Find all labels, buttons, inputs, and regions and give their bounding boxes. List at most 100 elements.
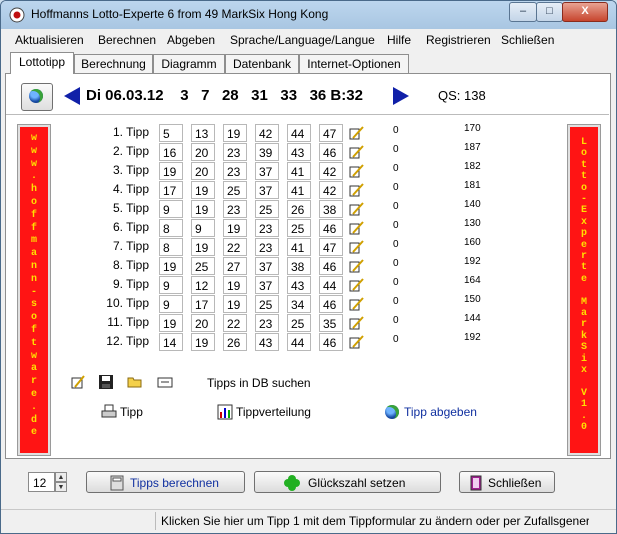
- tip-number-field[interactable]: 23: [223, 162, 247, 180]
- tip-number-field[interactable]: 19: [223, 276, 247, 294]
- tab-diagramm[interactable]: Diagramm: [153, 54, 225, 73]
- tip-number-field[interactable]: 8: [159, 219, 183, 237]
- save-icon[interactable]: [98, 374, 114, 390]
- edit-tip-icon[interactable]: [349, 316, 364, 330]
- tip-number-field[interactable]: 37: [255, 181, 279, 199]
- tab-lottotipp[interactable]: Lottotipp: [10, 52, 74, 74]
- print-tip-link[interactable]: Tipp: [120, 405, 143, 419]
- tip-number-field[interactable]: 35: [319, 314, 343, 332]
- search-tips-db-link[interactable]: Tipps in DB suchen: [207, 376, 311, 390]
- tip-number-field[interactable]: 44: [287, 124, 311, 142]
- calculate-tips-button[interactable]: Tipps berechnen: [86, 471, 245, 493]
- edit-tip-icon[interactable]: [349, 126, 364, 140]
- tab-berechnung[interactable]: Berechnung: [74, 54, 153, 73]
- tip-number-field[interactable]: 17: [191, 295, 215, 313]
- menu-sprache[interactable]: Sprache/Language/Langue: [230, 33, 375, 47]
- tip-number-field[interactable]: 43: [287, 143, 311, 161]
- tip-number-field[interactable]: 25: [287, 314, 311, 332]
- tip-number-field[interactable]: 20: [191, 143, 215, 161]
- edit-tip-icon[interactable]: [349, 240, 364, 254]
- tip-number-field[interactable]: 13: [191, 124, 215, 142]
- tip-number-field[interactable]: 46: [319, 257, 343, 275]
- tip-number-field[interactable]: 25: [223, 181, 247, 199]
- close-window-button[interactable]: X: [562, 2, 608, 22]
- tip-number-field[interactable]: 9: [159, 200, 183, 218]
- tip-number-field[interactable]: 19: [191, 333, 215, 351]
- tip-number-field[interactable]: 42: [319, 162, 343, 180]
- submit-tip-link[interactable]: Tipp abgeben: [404, 405, 477, 419]
- tip-number-field[interactable]: 26: [287, 200, 311, 218]
- globe-button[interactable]: [21, 83, 53, 111]
- tip-number-field[interactable]: 47: [319, 124, 343, 142]
- menu-abgeben[interactable]: Abgeben: [167, 33, 215, 47]
- tip-number-field[interactable]: 22: [223, 314, 247, 332]
- tip-number-field[interactable]: 38: [287, 257, 311, 275]
- tab-internet-optionen[interactable]: Internet-Optionen: [299, 54, 409, 73]
- mail-icon[interactable]: [157, 374, 173, 390]
- tip-number-field[interactable]: 8: [159, 238, 183, 256]
- tip-number-field[interactable]: 20: [191, 314, 215, 332]
- tip-number-field[interactable]: 37: [255, 162, 279, 180]
- edit-tip-icon[interactable]: [349, 297, 364, 311]
- menu-hilfe[interactable]: Hilfe: [387, 33, 411, 47]
- tip-number-field[interactable]: 43: [287, 276, 311, 294]
- tip-number-field[interactable]: 19: [159, 257, 183, 275]
- tip-distribution-link[interactable]: Tippverteilung: [236, 405, 311, 419]
- tip-number-field[interactable]: 17: [159, 181, 183, 199]
- previous-draw-arrow-icon[interactable]: [64, 87, 80, 105]
- tip-number-field[interactable]: 25: [287, 219, 311, 237]
- tip-number-field[interactable]: 44: [319, 276, 343, 294]
- tip-number-field[interactable]: 23: [255, 219, 279, 237]
- edit-tip-icon[interactable]: [70, 374, 86, 390]
- tip-number-field[interactable]: 14: [159, 333, 183, 351]
- tip-number-field[interactable]: 41: [287, 181, 311, 199]
- tip-number-field[interactable]: 19: [223, 219, 247, 237]
- menu-berechnen[interactable]: Berechnen: [98, 33, 156, 47]
- tip-number-field[interactable]: 39: [255, 143, 279, 161]
- tip-number-field[interactable]: 19: [191, 181, 215, 199]
- tip-number-field[interactable]: 34: [287, 295, 311, 313]
- open-folder-icon[interactable]: [127, 374, 143, 390]
- tip-number-field[interactable]: 26: [223, 333, 247, 351]
- tip-number-field[interactable]: 19: [191, 238, 215, 256]
- menu-schliessen[interactable]: Schließen: [501, 33, 554, 47]
- tip-number-field[interactable]: 37: [255, 276, 279, 294]
- tip-number-field[interactable]: 9: [191, 219, 215, 237]
- tip-number-field[interactable]: 46: [319, 333, 343, 351]
- tip-number-field[interactable]: 19: [223, 124, 247, 142]
- next-draw-arrow-icon[interactable]: [393, 87, 409, 105]
- tip-number-field[interactable]: 9: [159, 295, 183, 313]
- tip-number-field[interactable]: 25: [191, 257, 215, 275]
- tip-number-field[interactable]: 41: [287, 162, 311, 180]
- menu-aktualisieren[interactable]: Aktualisieren: [15, 33, 84, 47]
- tip-count-input[interactable]: 12: [28, 472, 55, 492]
- tip-number-field[interactable]: 16: [159, 143, 183, 161]
- tab-datenbank[interactable]: Datenbank: [225, 54, 299, 73]
- tip-number-field[interactable]: 46: [319, 295, 343, 313]
- maximize-button[interactable]: □: [536, 2, 563, 22]
- tip-number-field[interactable]: 20: [191, 162, 215, 180]
- tip-number-field[interactable]: 27: [223, 257, 247, 275]
- tip-number-field[interactable]: 41: [287, 238, 311, 256]
- menu-registrieren[interactable]: Registrieren: [426, 33, 491, 47]
- tip-number-field[interactable]: 23: [223, 200, 247, 218]
- edit-tip-icon[interactable]: [349, 202, 364, 216]
- minimize-button[interactable]: –: [509, 2, 537, 22]
- tip-number-field[interactable]: 25: [255, 200, 279, 218]
- spin-down-button[interactable]: ▼: [55, 482, 67, 492]
- tip-number-field[interactable]: 9: [159, 276, 183, 294]
- edit-tip-icon[interactable]: [349, 145, 364, 159]
- tip-number-field[interactable]: 23: [255, 314, 279, 332]
- tip-number-field[interactable]: 23: [223, 143, 247, 161]
- tip-number-field[interactable]: 44: [287, 333, 311, 351]
- spin-up-button[interactable]: ▲: [55, 472, 67, 482]
- website-banner[interactable]: www.hoffmann-software.de: [17, 124, 51, 456]
- edit-tip-icon[interactable]: [349, 164, 364, 178]
- tip-number-field[interactable]: 38: [319, 200, 343, 218]
- edit-tip-icon[interactable]: [349, 221, 364, 235]
- tip-number-field[interactable]: 19: [223, 295, 247, 313]
- tip-number-field[interactable]: 42: [319, 181, 343, 199]
- tip-number-field[interactable]: 25: [255, 295, 279, 313]
- edit-tip-icon[interactable]: [349, 278, 364, 292]
- tip-number-field[interactable]: 19: [159, 314, 183, 332]
